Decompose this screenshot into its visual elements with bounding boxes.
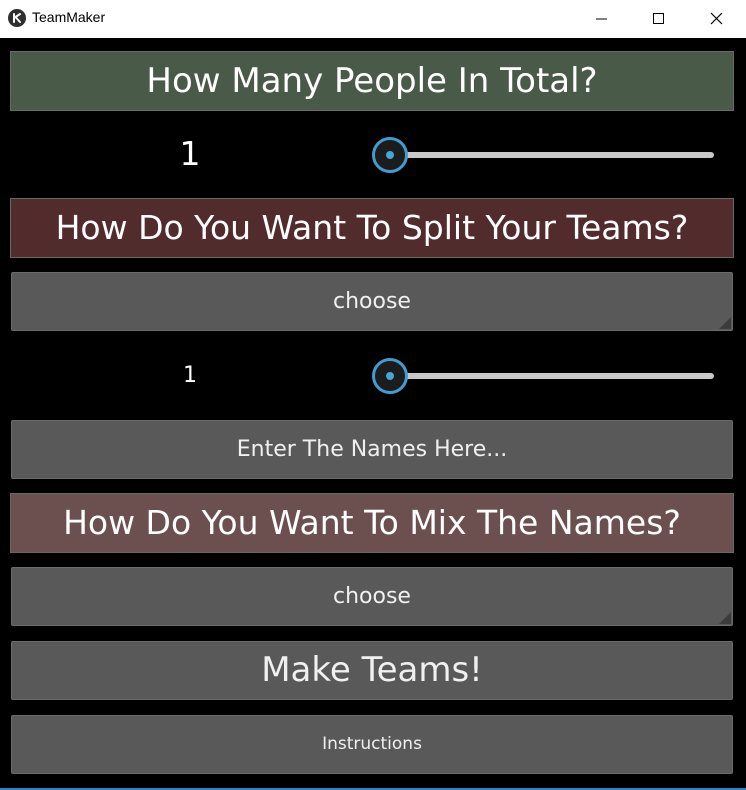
minimize-button[interactable]	[572, 0, 630, 38]
enter-names-button[interactable]: Enter The Names Here...	[11, 420, 733, 479]
mix-names-header: How Do You Want To Mix The Names?	[10, 493, 734, 553]
split-method-dropdown[interactable]: choose	[11, 272, 733, 331]
people-total-slider[interactable]	[372, 135, 718, 175]
slider-track[interactable]	[392, 152, 714, 158]
split-teams-header: How Do You Want To Split Your Teams?	[10, 198, 734, 258]
split-method-dropdown-label: choose	[333, 289, 411, 314]
minimize-icon	[596, 18, 607, 20]
slider-thumb[interactable]	[372, 137, 408, 173]
dropdown-corner-icon	[719, 317, 731, 329]
window-title-bar: TeamMaker	[0, 0, 746, 38]
close-icon	[710, 12, 723, 25]
close-button[interactable]	[688, 0, 746, 38]
slider-thumb-dot	[386, 151, 394, 159]
maximize-button[interactable]	[630, 0, 688, 38]
make-teams-button[interactable]: Make Teams!	[11, 641, 733, 700]
window-title: TeamMaker	[32, 9, 106, 25]
slider-track[interactable]	[392, 373, 714, 379]
mix-method-dropdown[interactable]: choose	[11, 567, 733, 626]
slider-thumb[interactable]	[372, 358, 408, 394]
maximize-icon	[653, 13, 664, 24]
kivy-logo-icon	[8, 9, 26, 27]
slider-thumb-dot	[386, 372, 394, 380]
split-slider[interactable]	[372, 356, 718, 396]
dropdown-corner-icon	[719, 612, 731, 624]
mix-method-dropdown-label: choose	[333, 584, 411, 609]
people-total-value: 1	[179, 134, 201, 173]
split-value: 1	[183, 363, 197, 388]
instructions-button[interactable]: Instructions	[11, 715, 733, 774]
people-total-header: How Many People In Total?	[10, 51, 734, 111]
